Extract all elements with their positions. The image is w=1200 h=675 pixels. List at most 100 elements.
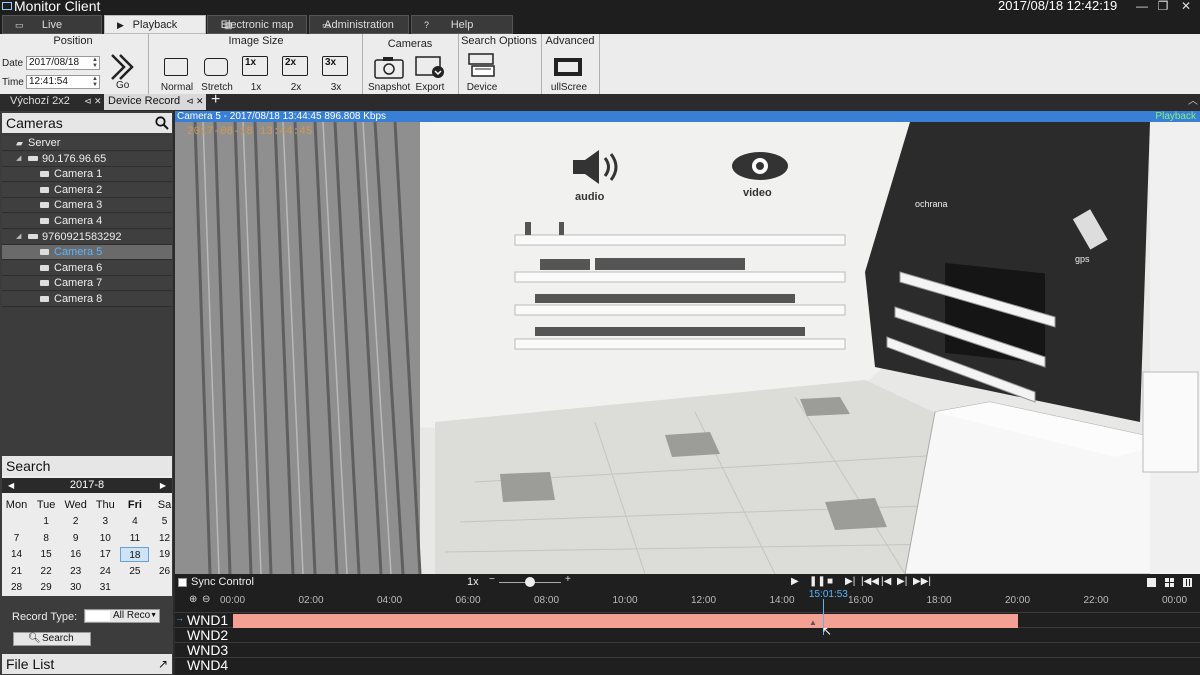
maximize-icon[interactable]: ❐ [1155, 0, 1171, 13]
zoom-in-icon[interactable]: ⊕ [189, 594, 197, 605]
time-tick-label: 20:00 [1005, 595, 1031, 606]
next-month-icon[interactable]: ▶ [160, 478, 166, 493]
time-field[interactable]: 12:41:54 ▲ ▼ [26, 75, 100, 89]
calendar-day[interactable]: 2 [61, 514, 90, 529]
pin-icon[interactable]: ⊲ [84, 94, 92, 109]
stretch-size-button[interactable]: Stretch [199, 54, 235, 93]
prev-month-icon[interactable]: ◀ [8, 478, 14, 493]
server-tree-item[interactable]: ◢ 9760921583292 [2, 229, 172, 245]
calendar-day[interactable]: 24 [91, 564, 120, 579]
camera-tree-item[interactable]: Camera 4 [2, 214, 172, 229]
export-button[interactable]: Export [412, 54, 448, 93]
collapse-icon[interactable]: ︿ [1188, 92, 1198, 107]
slider-thumb[interactable] [525, 577, 535, 587]
skip-back-icon[interactable]: |◀◀ [861, 576, 879, 587]
go-button[interactable]: Go [108, 52, 138, 91]
calendar-day[interactable]: 28 [2, 580, 31, 595]
normal-size-button[interactable]: Normal [160, 54, 194, 93]
zoom-out-icon[interactable]: ⊖ [202, 594, 210, 605]
expand-toggle-icon[interactable]: ◢ [16, 152, 21, 166]
tab-playback[interactable]: ▶ Playback [104, 15, 206, 34]
expand-toggle-icon[interactable]: ◢ [16, 230, 21, 244]
camera-tree-item[interactable]: Camera 2 [2, 182, 172, 198]
tab-help[interactable]: ? Help [411, 15, 513, 34]
doc-tab-vychozi[interactable]: Výchozí 2x2 ⊲ ✕ [4, 94, 102, 110]
close-tab-icon[interactable]: ✕ [94, 94, 102, 109]
speed-slider[interactable]: − + [487, 574, 573, 588]
doc-tab-device-record[interactable]: Device Record ⊲ ✕ [104, 94, 206, 110]
play-icon[interactable]: ▶ [791, 576, 799, 587]
calendar-day[interactable]: 16 [61, 547, 90, 562]
calendar-day[interactable]: 14 [2, 547, 31, 562]
camera-tree-item[interactable]: Camera 8 [2, 292, 172, 307]
calendar-day[interactable]: 22 [32, 564, 61, 579]
calendar-day[interactable]: 23 [61, 564, 90, 579]
record-color-swatch [86, 611, 110, 621]
calendar-day[interactable]: 15 [32, 547, 61, 562]
window-record-row[interactable]: WND2 [175, 627, 1200, 643]
snapshot-button[interactable]: Snapshot [368, 54, 410, 93]
camera-tree-item[interactable]: Camera 3 [2, 198, 172, 214]
pin-icon[interactable]: ⊲ [186, 94, 194, 109]
step-forward-icon[interactable]: ▶| [845, 576, 855, 587]
date-field[interactable]: 2017/08/18 ▲ ▼ [26, 56, 100, 70]
calendar-day[interactable]: 1 [32, 514, 61, 529]
calendar-day[interactable]: 18 [120, 547, 150, 562]
window-record-row[interactable]: WND3 [175, 642, 1200, 658]
calendar-day[interactable]: 3 [91, 514, 120, 529]
zoom-1x-button[interactable]: 1x 1x [240, 54, 272, 93]
calendar-day[interactable]: 4 [120, 514, 149, 529]
prev-frame-icon[interactable]: |◀ [881, 576, 891, 587]
calendar-day[interactable]: 9 [61, 531, 90, 546]
tab-live[interactable]: ▭ Live [2, 15, 102, 34]
calendar-day[interactable]: 21 [2, 564, 31, 579]
calendar-day[interactable]: 29 [32, 580, 61, 595]
zoom-3x-button[interactable]: 3x 3x [320, 54, 352, 93]
calendar-day[interactable]: 31 [91, 580, 120, 595]
fullscreen-button[interactable]: ullScree [546, 54, 592, 93]
search-icon[interactable] [155, 116, 169, 130]
sync-checkbox[interactable] [178, 578, 187, 587]
camera-tree-item[interactable]: Camera 1 [2, 167, 172, 183]
camera-tree-item[interactable]: Camera 7 [2, 276, 172, 292]
minimize-icon[interactable]: — [1134, 0, 1150, 13]
skip-forward-icon[interactable]: ▶▶| [913, 576, 931, 587]
search-button[interactable]: 🔍︎ Search [13, 632, 91, 646]
window-record-row[interactable]: WND4 [175, 657, 1200, 673]
calendar-day[interactable]: 10 [91, 531, 120, 546]
time-tick-label: 06:00 [455, 595, 481, 606]
faster-icon[interactable]: + [565, 574, 571, 585]
server-tree-item[interactable]: ◢ 90.176.96.65 [2, 151, 172, 167]
next-frame-icon[interactable]: ▶| [897, 576, 907, 587]
layout-9-icon[interactable] [1183, 578, 1192, 587]
advanced-group-title: Advanced [545, 35, 595, 47]
pause-icon[interactable]: ❚❚ [809, 576, 826, 587]
search-panel-header: Search [2, 456, 172, 476]
calendar-day[interactable]: 30 [61, 580, 90, 595]
folder-tree-item[interactable]: ▰ Server [2, 136, 172, 151]
layout-1-icon[interactable] [1147, 578, 1156, 587]
expand-icon[interactable]: ↗ [158, 654, 168, 674]
recording-segment[interactable] [233, 614, 1018, 628]
camera-icon [40, 218, 49, 224]
record-type-label: Record Type: [12, 611, 78, 623]
tab-administration[interactable]: ▭ Administration [309, 15, 409, 34]
calendar-day[interactable]: 25 [120, 564, 149, 579]
zoom-2x-button[interactable]: 2x 2x [280, 54, 312, 93]
calendar-day[interactable]: 17 [91, 547, 120, 562]
calendar-day[interactable]: 8 [32, 531, 61, 546]
close-tab-icon[interactable]: ✕ [196, 94, 204, 109]
calendar-day[interactable]: 11 [120, 531, 149, 546]
stop-icon[interactable]: ■ [827, 576, 833, 587]
record-type-select[interactable]: All Reco ▼ [84, 609, 160, 623]
camera-tree-item[interactable]: Camera 6 [2, 260, 172, 276]
video-view[interactable]: audio video ochrana gps 2017-08-18 13:44… [175, 122, 1200, 574]
tab-electronic-map[interactable]: ▦ Electronic map [207, 15, 307, 34]
slower-icon[interactable]: − [489, 574, 495, 585]
add-tab-icon[interactable]: + [211, 91, 220, 109]
calendar-day[interactable]: 7 [2, 531, 31, 546]
layout-4-icon[interactable] [1165, 578, 1174, 587]
camera-tree-item[interactable]: Camera 5 [2, 245, 172, 261]
close-icon[interactable]: ✕ [1178, 0, 1194, 13]
device-button[interactable]: Device [462, 52, 502, 93]
